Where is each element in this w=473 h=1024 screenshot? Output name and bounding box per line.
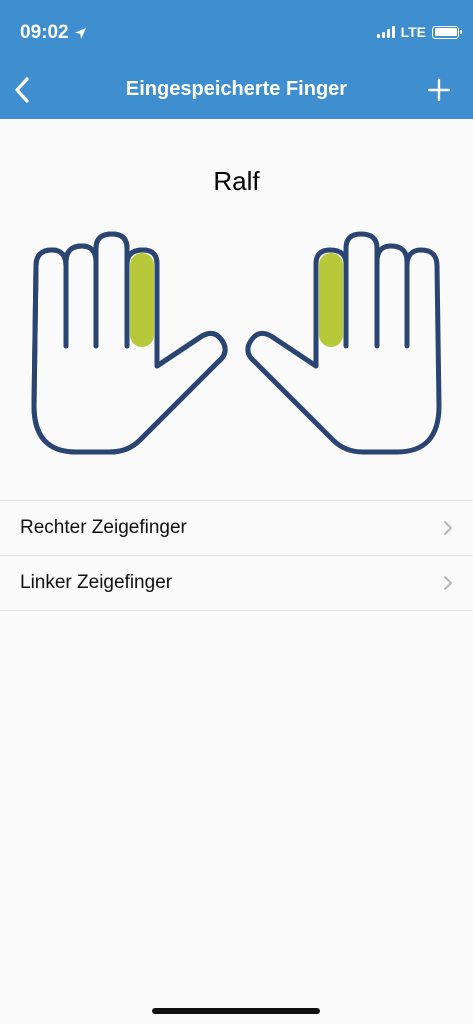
list-item-left-index[interactable]: Linker Zeigefinger	[0, 556, 473, 611]
plus-icon	[427, 78, 451, 102]
header: 09:02 LTE Eingespeicherte Finger	[0, 0, 473, 119]
status-time: 09:02	[20, 22, 69, 43]
add-finger-button[interactable]	[425, 76, 453, 104]
chevron-right-icon	[444, 521, 452, 535]
list-item-label: Linker Zeigefinger	[20, 572, 173, 593]
hands-illustration	[31, 231, 442, 455]
right-index-highlight	[319, 253, 343, 347]
network-label: LTE	[400, 24, 426, 40]
nav-bar: Eingespeicherte Finger	[0, 60, 473, 119]
list-item-label: Rechter Zeigefinger	[20, 517, 187, 538]
status-time-group: 09:02	[20, 22, 87, 44]
page-title: Eingespeicherte Finger	[125, 78, 348, 100]
status-bar: 09:02 LTE	[0, 0, 473, 60]
signal-bars-icon	[376, 26, 395, 38]
finger-list: Rechter Zeigefinger Linker Zeigefinger	[0, 500, 473, 611]
battery-icon	[432, 25, 462, 39]
left-hand-icon	[31, 231, 228, 455]
home-indicator[interactable]	[152, 1008, 320, 1014]
right-hand-icon	[245, 231, 442, 455]
location-arrow-icon	[74, 27, 86, 39]
list-item-right-index[interactable]: Rechter Zeigefinger	[0, 501, 473, 556]
status-right: LTE	[376, 24, 462, 40]
chevron-right-icon	[444, 576, 452, 590]
left-index-highlight	[130, 253, 154, 347]
user-name: Ralf	[213, 166, 260, 196]
